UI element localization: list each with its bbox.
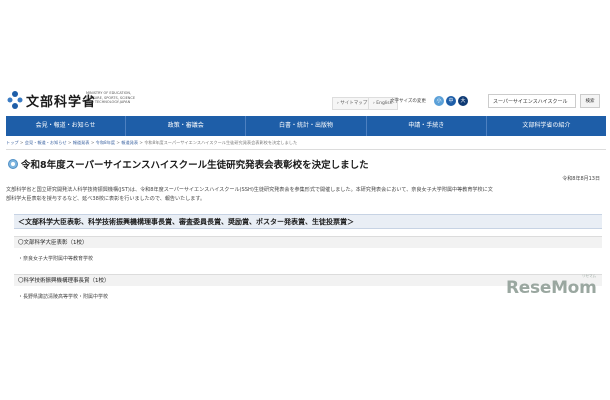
breadcrumb-press[interactable]: 会見・報道・お知らせ [25,140,67,145]
font-size-label: 文字サイズの変更 [390,99,426,104]
article-body-line: 文部科学省と国立研究開発法人科学技術振興機構(JST)は、令和8年度スーパーサイ… [6,187,493,193]
award-heading-minister: 〇文部科学大臣表彰（1校） [14,236,602,248]
logo-subtitle: MINISTRY OF EDUCATION, CULTURE, SPORTS, … [86,91,136,104]
search-input[interactable]: スーパーサイエンスハイスクール [488,94,576,108]
watermark-text: ReseMom [506,278,597,298]
title-bullet-icon [8,159,18,169]
page-title: 令和8年度スーパーサイエンスハイスクール生徒研究発表会表彰校を決定しました [21,160,369,171]
ministry-logo-icon[interactable] [6,90,24,110]
nav-item-press[interactable]: 会見・報道・お知らせ [6,116,127,136]
font-size-large-button[interactable]: 大 [458,96,468,106]
resemom-watermark: リセマム ReseMom [506,274,606,306]
award-school-jst: ・長野県諏訪清陵高等学校・附属中学校 [18,294,109,300]
breadcrumb-top[interactable]: トップ [6,140,19,145]
sitemap-arrow-icon: › [337,101,339,106]
publish-date: 令和8年8月13日 [562,176,600,182]
sitemap-label: サイトマップ [340,101,368,106]
search-button[interactable]: 検索 [580,94,600,108]
nav-item-policy[interactable]: 政策・審議会 [126,116,247,136]
sitemap-link[interactable]: › サイトマップ [332,97,373,110]
section-heading: ＜文部科学大臣表彰、科学技術振興機構理事長賞、審査委員長賞、奨励賞、ポスター発表… [14,214,602,229]
font-size-medium-button[interactable]: 中 [446,96,456,106]
award-school-minister: ・奈良女子大学附属中等教育学校 [18,256,94,262]
english-arrow-icon: › [373,101,375,106]
nav-item-publications[interactable]: 白書・統計・出版物 [246,116,367,136]
font-size-small-button[interactable]: 小 [434,96,444,106]
global-nav: 会見・報道・お知らせ 政策・審議会 白書・統計・出版物 申請・手続き 文部科学省… [6,116,606,136]
breadcrumb-announcements-year[interactable]: 報道発表 [121,140,138,145]
site-header: 文部科学省 MINISTRY OF EDUCATION, CULTURE, SP… [6,82,606,116]
breadcrumb-current: 令和8年度スーパーサイエンスハイスクール生徒研究発表会表彰校を決定しました [144,140,298,145]
divider [6,149,606,150]
nav-item-applications[interactable]: 申請・手続き [367,116,487,136]
article-body-line: 部科学大臣表彰を授与するなど、延べ38校に表彰を行いましたので、報告いたします。 [6,196,206,202]
nav-item-about[interactable]: 文部科学省の紹介 [487,116,606,136]
breadcrumb: トップ > 会見・報道・お知らせ > 報道発表 > 令和8年度 > 報道発表 >… [6,140,298,145]
article-body: 文部科学省と国立研究開発法人科学技術振興機構(JST)は、令和8年度スーパーサイ… [6,186,602,204]
breadcrumb-announcements[interactable]: 報道発表 [73,140,90,145]
page: 文部科学省 MINISTRY OF EDUCATION, CULTURE, SP… [6,0,606,400]
breadcrumb-year[interactable]: 令和8年度 [96,140,115,145]
